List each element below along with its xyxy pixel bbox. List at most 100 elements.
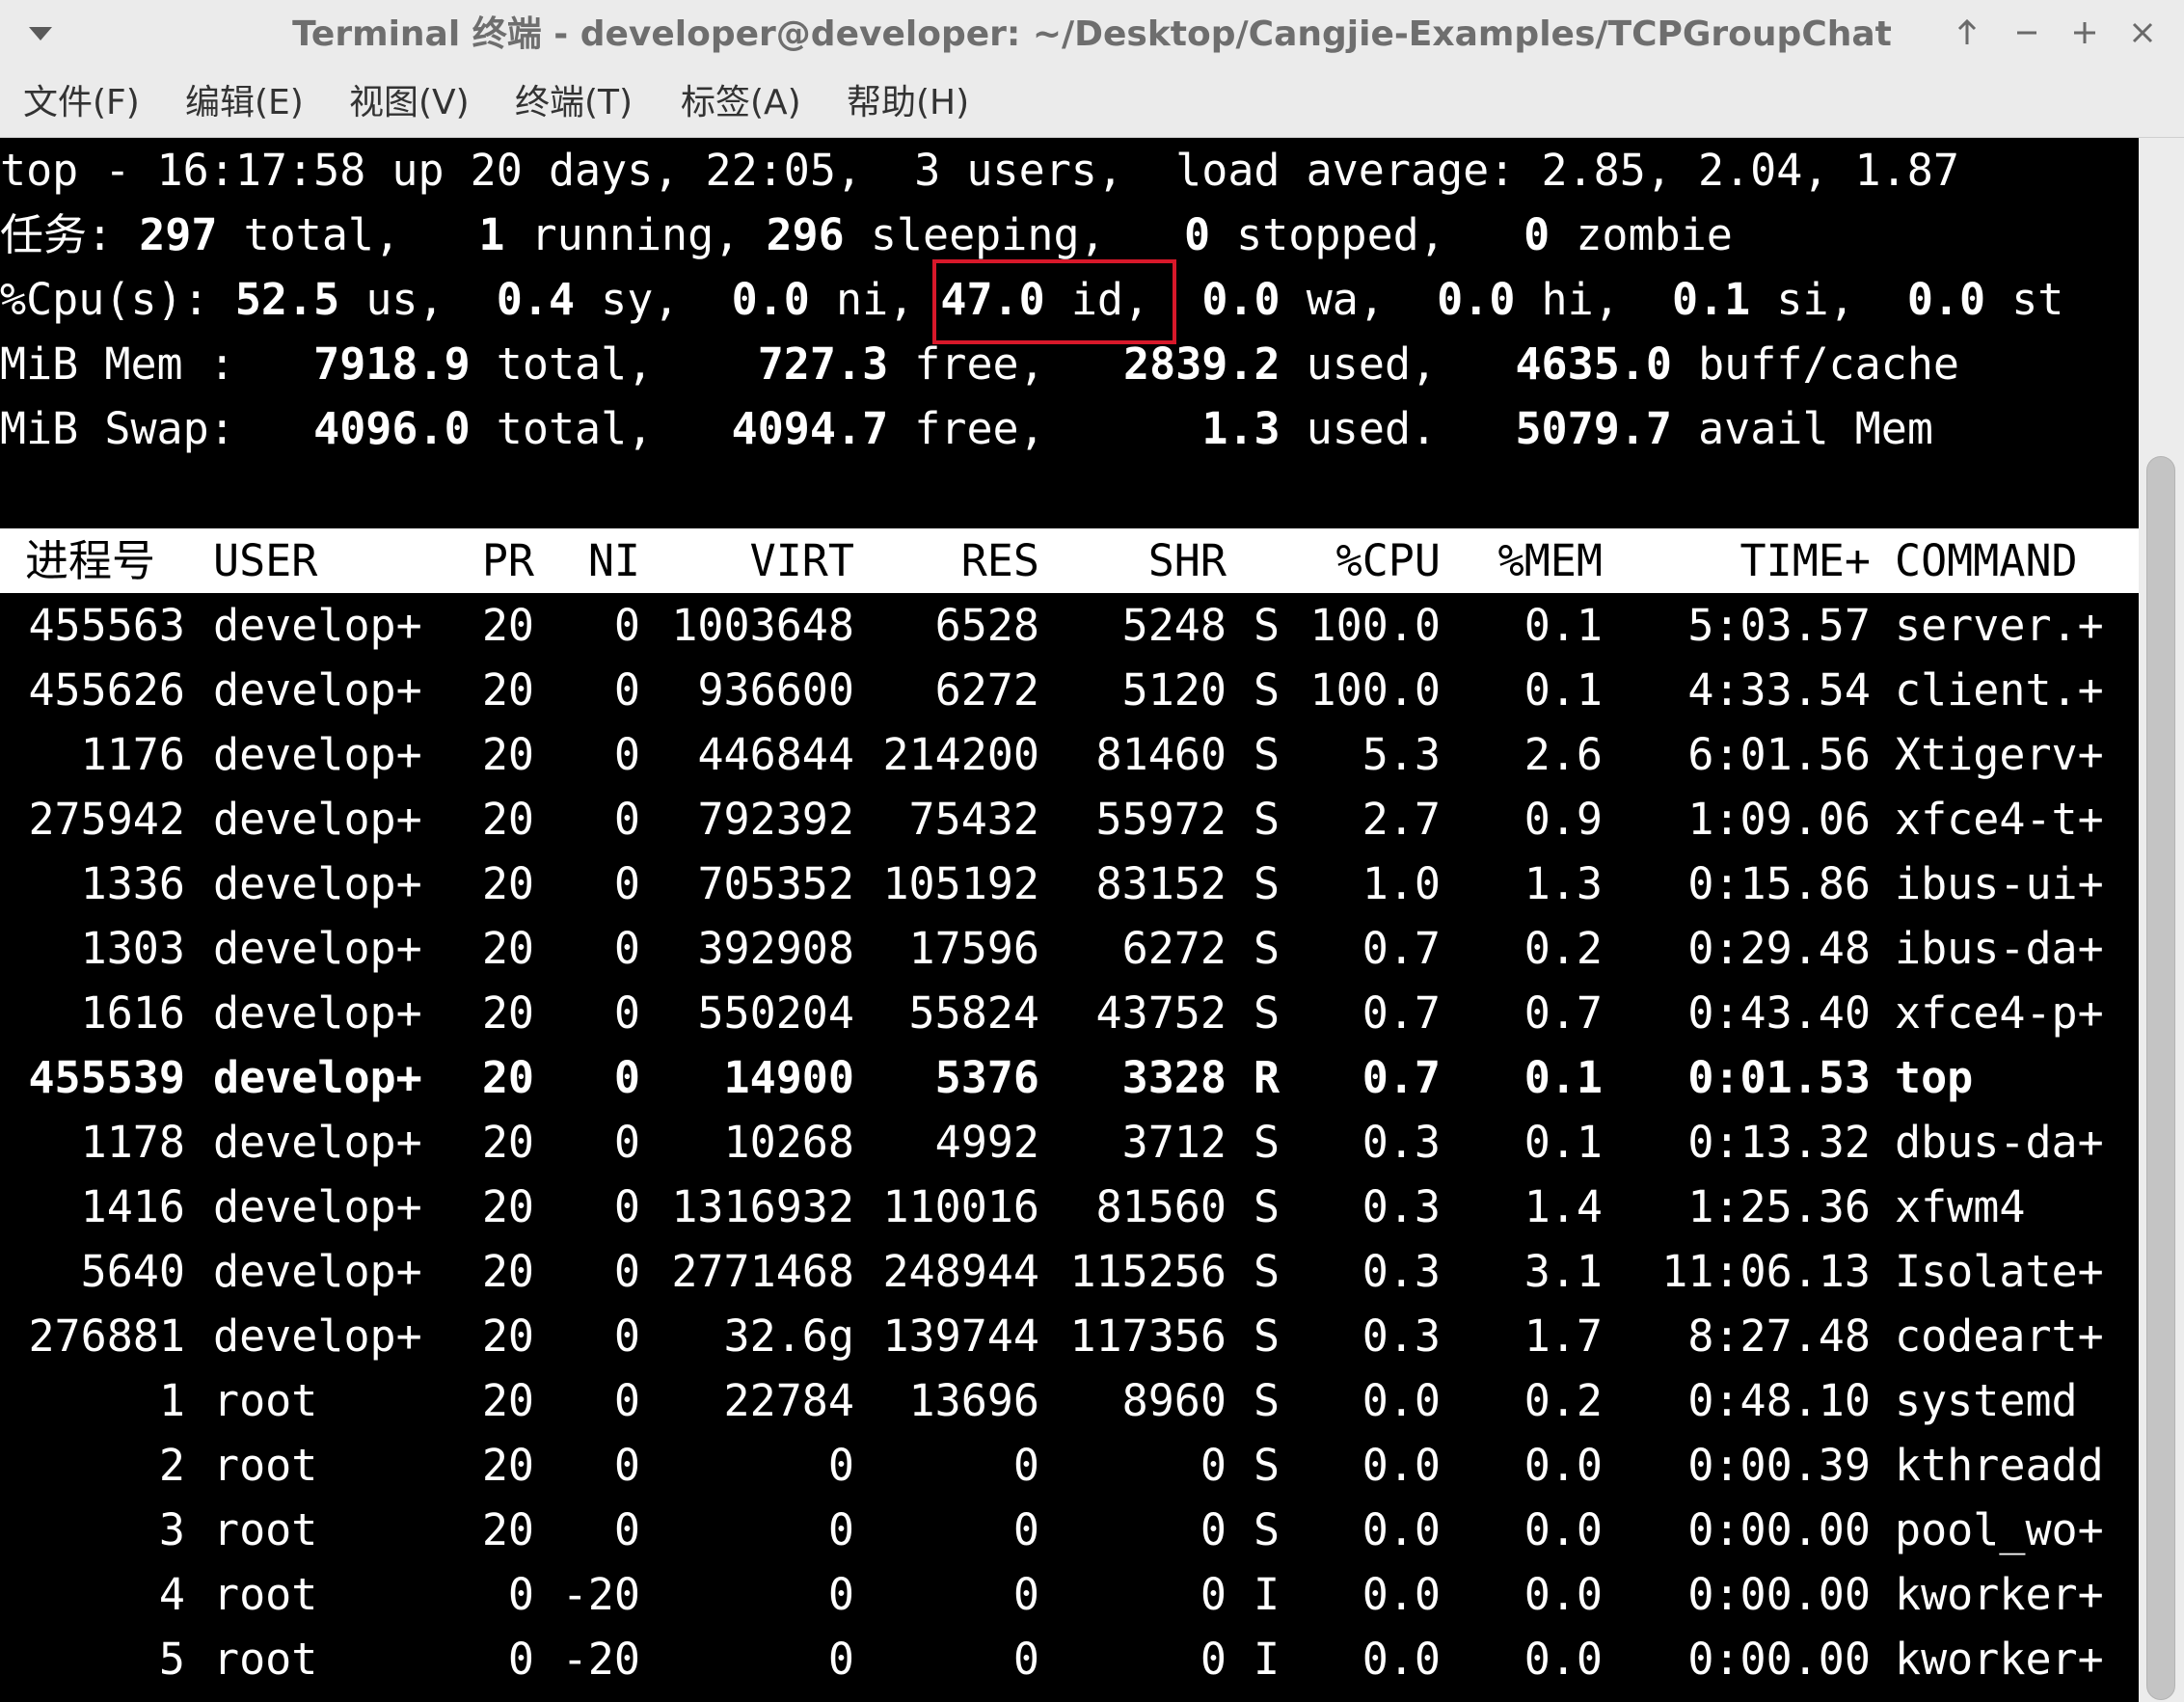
process-pid-cell: 1303 xyxy=(80,923,185,974)
process-cpu-cell: 0.0 xyxy=(1362,1440,1441,1491)
minimize-icon[interactable] xyxy=(2008,14,2046,52)
process-ni-cell: 0 xyxy=(613,1375,640,1426)
process-time-cell: 11:06.13 xyxy=(1661,1246,1871,1297)
menu-tabs[interactable]: 标签(A) xyxy=(681,69,801,137)
process-user-cell: develop+ xyxy=(213,664,422,716)
process-ni-cell: -20 xyxy=(561,1569,640,1620)
process-cpu-cell: 100.0 xyxy=(1309,664,1441,716)
process-shr-cell: 0 xyxy=(1200,1634,1227,1685)
process-shr-cell: 8960 xyxy=(1121,1375,1227,1426)
process-mem-cell: 0.9 xyxy=(1523,794,1603,845)
process-cpu-cell: 0.7 xyxy=(1362,923,1441,974)
process-res-cell: 139744 xyxy=(882,1310,1039,1362)
process-cpu-cell: 1.0 xyxy=(1362,858,1441,909)
process-cpu-cell: 100.0 xyxy=(1309,600,1441,651)
process-pr-cell: 20 xyxy=(481,1117,534,1168)
uptime-line: top - 16:17:58 up 20 days, 22:05, 3 user… xyxy=(0,145,1959,196)
process-virt-cell: 550204 xyxy=(697,987,854,1039)
menu-help[interactable]: 帮助(H) xyxy=(847,69,969,137)
process-row: 5640 develop+ 20 0 2771468 248944 115256 S 0.3 3.… xyxy=(0,1239,2139,1304)
close-icon[interactable] xyxy=(2123,14,2162,52)
process-s-cell: S xyxy=(1254,600,1281,651)
process-user-cell: develop+ xyxy=(213,1181,422,1232)
menu-view[interactable]: 视图(V) xyxy=(349,69,470,137)
process-pr-cell: 20 xyxy=(481,987,534,1039)
process-shr-cell: 81560 xyxy=(1095,1181,1227,1232)
process-ni-cell: 0 xyxy=(613,858,640,909)
process-pid-cell: 275942 xyxy=(28,794,185,845)
terminal-scrollbar[interactable] xyxy=(2139,138,2184,1702)
maximize-icon[interactable] xyxy=(2065,14,2104,52)
col-command: COMMAND xyxy=(1895,535,2078,586)
process-cpu-cell: 0.7 xyxy=(1362,1052,1441,1103)
process-res-cell: 6528 xyxy=(934,600,1039,651)
process-cpu-cell: 0.0 xyxy=(1362,1504,1441,1555)
process-pid-cell: 1176 xyxy=(80,729,185,780)
process-s-cell: S xyxy=(1254,1246,1281,1297)
process-shr-cell: 117356 xyxy=(1069,1310,1227,1362)
process-virt-cell: 10268 xyxy=(723,1117,854,1168)
process-s-cell: I xyxy=(1254,1634,1281,1685)
process-mem-cell: 0.0 xyxy=(1523,1504,1603,1555)
process-row: 3 root 20 0 0 0 0 S 0.0 0.0 0:00.00 pool_wo+ xyxy=(0,1498,2139,1562)
process-cpu-cell: 0.0 xyxy=(1362,1634,1441,1685)
process-time-cell: 8:27.48 xyxy=(1687,1310,1871,1362)
process-shr-cell: 5248 xyxy=(1121,600,1227,651)
process-row: 1336 develop+ 20 0 705352 105192 83152 S 1.0 1.3 0… xyxy=(0,851,2139,916)
process-res-cell: 0 xyxy=(1012,1569,1039,1620)
process-pr-cell: 20 xyxy=(481,1052,534,1103)
process-cpu-cell: 2.7 xyxy=(1362,794,1441,845)
menu-edit[interactable]: 编辑(E) xyxy=(185,69,304,137)
terminal-output[interactable]: top - 16:17:58 up 20 days, 22:05, 3 user… xyxy=(0,138,2139,1702)
process-pr-cell: 20 xyxy=(481,858,534,909)
process-pid-cell: 5640 xyxy=(80,1246,185,1297)
process-shr-cell: 3712 xyxy=(1121,1117,1227,1168)
process-time-cell: 1:25.36 xyxy=(1687,1181,1871,1232)
arrow-up-icon[interactable] xyxy=(1948,14,1986,52)
mem-line: MiB Mem : 7918.9 total, 727.3 free, 2839… xyxy=(0,338,1960,390)
scrollbar-thumb[interactable] xyxy=(2146,456,2175,1700)
process-virt-cell: 0 xyxy=(827,1569,854,1620)
process-row: 5 root 0 -20 0 0 0 I 0.0 0.0 0:00.00 kworker+ xyxy=(0,1627,2139,1691)
process-cpu-cell: 0.3 xyxy=(1362,1181,1441,1232)
process-pid-cell: 276881 xyxy=(28,1310,185,1362)
swap-line: MiB Swap: 4096.0 total, 4094.7 free, 1.3… xyxy=(0,403,1933,454)
process-res-cell: 105192 xyxy=(882,858,1039,909)
process-cpu-cell: 0.0 xyxy=(1362,1375,1441,1426)
process-time-cell: 0:48.10 xyxy=(1687,1375,1871,1426)
process-res-cell: 75432 xyxy=(908,794,1039,845)
process-pr-cell: 20 xyxy=(481,1440,534,1491)
process-cpu-cell: 0.3 xyxy=(1362,1246,1441,1297)
process-res-cell: 13696 xyxy=(908,1375,1039,1426)
process-virt-cell: 0 xyxy=(827,1440,854,1491)
window-titlebar[interactable]: Terminal 终端 - developer@developer: ~/Des… xyxy=(0,0,2184,70)
process-cmd-cell: ibus-da+ xyxy=(1895,923,2104,974)
process-user-cell: develop+ xyxy=(213,600,422,651)
process-ni-cell: 0 xyxy=(613,1440,640,1491)
process-row: 1 root 20 0 22784 13696 8960 S 0.0 0.2 0:48.10 syst… xyxy=(0,1368,2139,1433)
process-row: 455626 develop+ 20 0 936600 6272 5120 S 100.0 0.1… xyxy=(0,658,2139,722)
process-ni-cell: 0 xyxy=(613,987,640,1039)
process-user-cell: develop+ xyxy=(213,1117,422,1168)
process-ni-cell: 0 xyxy=(613,794,640,845)
process-s-cell: S xyxy=(1254,987,1281,1039)
process-time-cell: 1:09.06 xyxy=(1687,794,1871,845)
process-virt-cell: 792392 xyxy=(697,794,854,845)
process-cmd-cell: Xtigerv+ xyxy=(1895,729,2104,780)
process-cpu-cell: 0.3 xyxy=(1362,1310,1441,1362)
process-user-cell: develop+ xyxy=(213,987,422,1039)
process-res-cell: 0 xyxy=(1012,1634,1039,1685)
menu-terminal[interactable]: 终端(T) xyxy=(515,69,633,137)
process-s-cell: S xyxy=(1254,794,1281,845)
process-res-cell: 0 xyxy=(1012,1440,1039,1491)
process-s-cell: S xyxy=(1254,858,1281,909)
process-ni-cell: 0 xyxy=(613,1504,640,1555)
process-cmd-cell: systemd xyxy=(1895,1375,2078,1426)
process-mem-cell: 1.4 xyxy=(1523,1181,1603,1232)
process-s-cell: S xyxy=(1254,1504,1281,1555)
process-s-cell: S xyxy=(1254,1310,1281,1362)
process-virt-cell: 0 xyxy=(827,1504,854,1555)
process-time-cell: 0:00.00 xyxy=(1687,1569,1871,1620)
process-ni-cell: 0 xyxy=(613,1246,640,1297)
menu-file[interactable]: 文件(F) xyxy=(23,69,140,137)
